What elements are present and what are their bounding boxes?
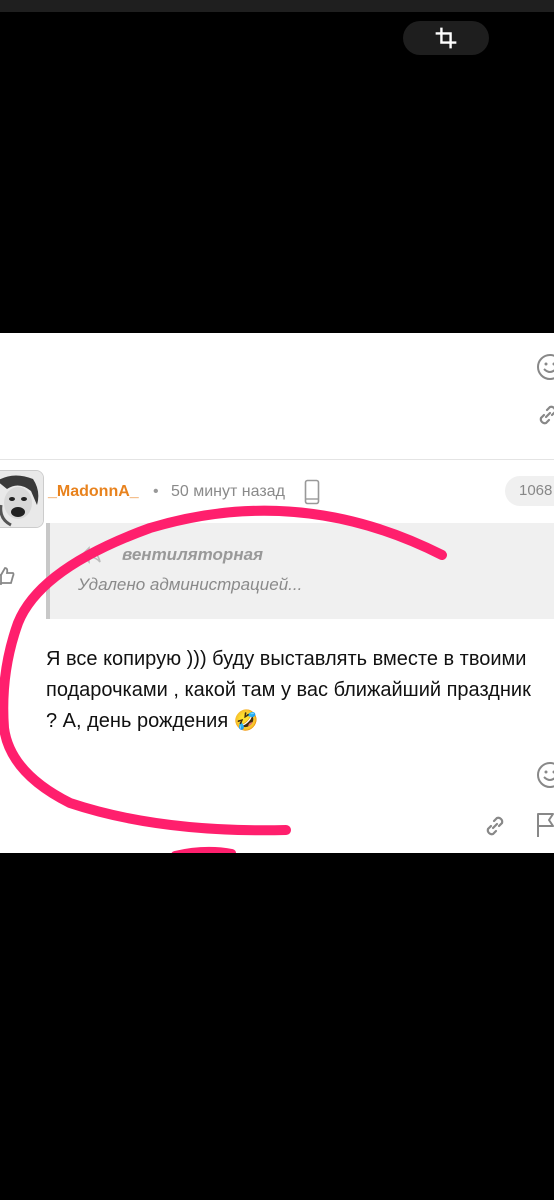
comment-panel: _MadonnA_ • 50 минут назад 1068 вентилят… — [0, 333, 554, 853]
annotation-tail — [171, 846, 236, 853]
status-bar — [0, 0, 554, 12]
crop-icon — [435, 27, 457, 49]
annotation-curve — [0, 505, 447, 836]
crop-button[interactable] — [403, 21, 489, 55]
annotation-strokes — [0, 505, 447, 853]
